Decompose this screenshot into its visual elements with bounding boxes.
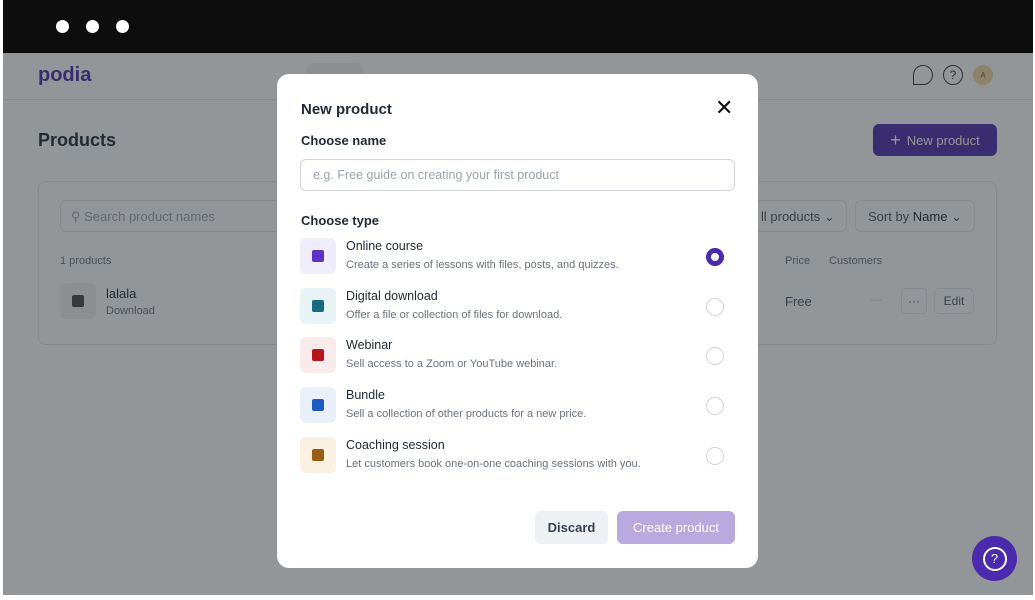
course-icon <box>300 238 336 274</box>
type-option-digital-download[interactable]: Digital download Offer a file or collect… <box>300 287 735 328</box>
option-name: Coaching session <box>346 437 445 452</box>
new-product-modal: New product ✕ Choose name Choose type On… <box>277 74 758 568</box>
option-radio[interactable] <box>706 347 724 366</box>
option-description: Create a series of lessons with files, p… <box>346 259 619 271</box>
product-name-input[interactable] <box>300 159 735 191</box>
bundle-icon <box>300 387 336 424</box>
window-dot <box>86 20 99 33</box>
option-description: Sell a collection of other products for … <box>346 408 587 421</box>
download-icon <box>300 287 336 324</box>
video-icon <box>300 337 336 374</box>
option-description: Sell access to a Zoom or YouTube webinar… <box>346 358 558 371</box>
option-description: Let customers book one-on-one coaching s… <box>346 457 641 470</box>
type-option-bundle[interactable]: Bundle Sell a collection of other produc… <box>300 387 735 427</box>
name-label: Choose name <box>301 133 387 148</box>
option-radio[interactable] <box>706 397 724 416</box>
window-titlebar <box>3 0 1033 53</box>
window-dot <box>56 20 69 33</box>
option-name: Bundle <box>346 388 385 403</box>
close-icon[interactable]: ✕ <box>715 97 733 119</box>
create-product-button[interactable]: Create product <box>617 511 735 544</box>
option-radio[interactable] <box>706 248 724 266</box>
type-option-coaching-session[interactable]: Coaching session Let customers book one-… <box>300 436 735 477</box>
type-label: Choose type <box>301 213 380 228</box>
option-name: Digital download <box>346 288 438 303</box>
option-name: Online course <box>346 239 424 253</box>
option-name: Webinar <box>346 338 393 353</box>
option-description: Offer a file or collection of files for … <box>346 308 563 321</box>
coaching-icon <box>300 436 336 473</box>
option-radio[interactable] <box>706 446 724 465</box>
question-icon: ? <box>982 546 1007 571</box>
type-option-webinar[interactable]: Webinar Sell access to a Zoom or YouTube… <box>300 337 735 377</box>
modal-title: New product <box>301 101 392 118</box>
type-option-online-course[interactable]: Online course Create a series of lessons… <box>300 238 735 278</box>
help-button[interactable]: ? <box>972 536 1017 581</box>
option-radio[interactable] <box>706 297 724 316</box>
window-dot <box>116 20 129 33</box>
discard-button[interactable]: Discard <box>535 511 608 544</box>
